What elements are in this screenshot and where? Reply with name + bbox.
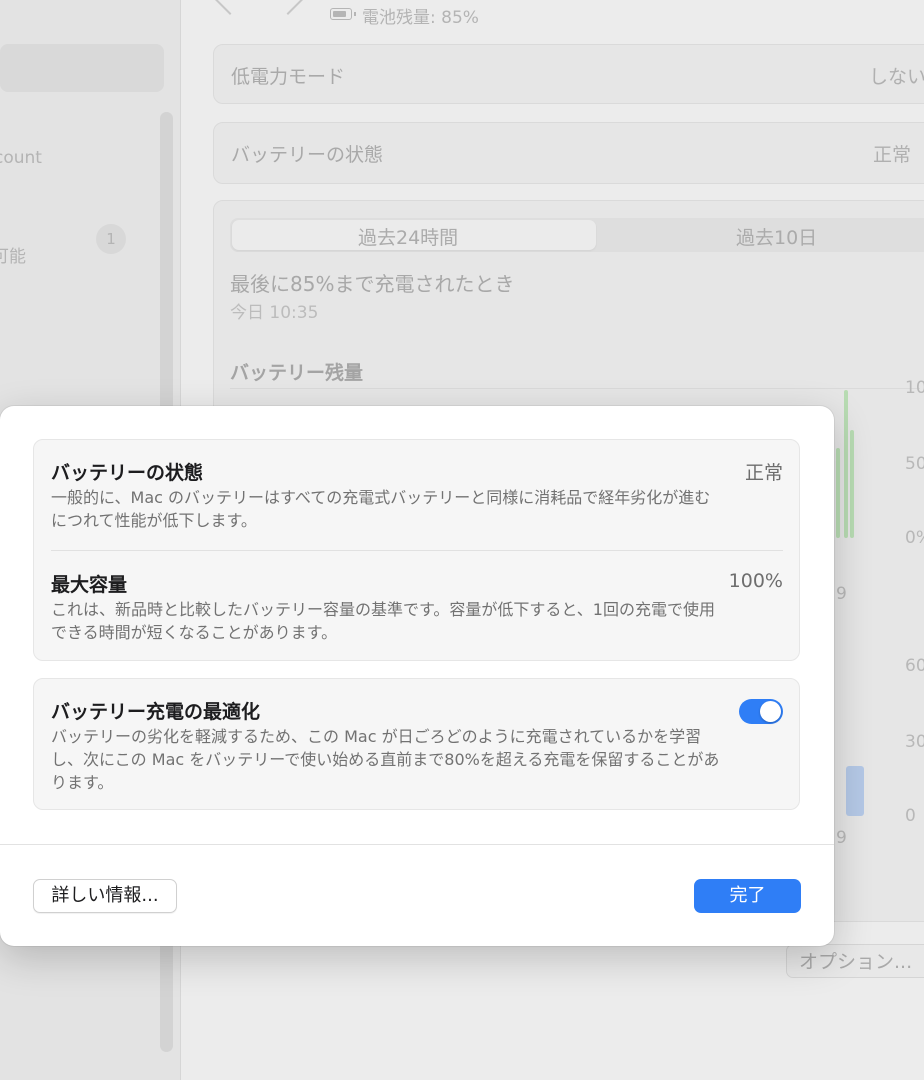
history-segmented-control[interactable]: 過去24時間 過去10日 (230, 218, 924, 252)
sidebar-item-subtitle: 可能 (0, 247, 26, 267)
max-capacity-value: 100% (728, 570, 783, 592)
chart-tick-label: 10 (905, 378, 924, 398)
sidebar-item-account-subtitle: count (0, 148, 42, 168)
battery-health-description: 一般的に、Mac のバッテリーはすべての充電式バッテリーと同様に消耗品で経年劣化… (51, 488, 711, 530)
chart-bar (846, 766, 864, 816)
tab-last-10-days[interactable]: 過去10日 (736, 223, 817, 250)
max-capacity-title: 最大容量 (51, 574, 128, 596)
battery-health-label: バッテリーの状態 (231, 144, 384, 166)
chart-tick-label: 30 (905, 732, 924, 752)
more-info-button[interactable]: 詳しい情報... (33, 879, 177, 913)
battery-health-value: 正常 (873, 144, 912, 166)
optimized-charging-description: バッテリーの劣化を軽減するため、この Mac が日ごろどのように充電されているか… (51, 727, 720, 792)
chart-gridline (230, 388, 920, 389)
battery-health-sheet: バッテリーの状態 正常 一般的に、Mac のバッテリーはすべての充電式バッテリー… (0, 406, 834, 946)
chart-tick-label: 50 (905, 454, 924, 474)
options-button[interactable]: オプション... (786, 944, 924, 978)
battery-health-value: 正常 (744, 462, 783, 484)
battery-level-label: 電池残量: 85% (362, 8, 479, 28)
group-separator (51, 550, 783, 551)
footer-divider (0, 844, 834, 845)
low-power-mode-value[interactable]: しない (869, 62, 924, 89)
chart-tick-label: 9 (836, 584, 847, 604)
chart-tick-label: 0 (905, 806, 916, 826)
screen: count 可能 1 電池残量: 85% 低電力モード しない バッテリーの状態… (0, 0, 924, 1080)
battery-info-group: バッテリーの状態 正常 一般的に、Mac のバッテリーはすべての充電式バッテリー… (33, 439, 800, 661)
battery-health-row[interactable]: バッテリーの状態 正常 (213, 122, 924, 184)
low-power-mode-label: 低電力モード (231, 66, 346, 88)
toggle-knob (760, 701, 781, 722)
chart-bar (836, 448, 840, 538)
sidebar-badge: 1 (96, 224, 126, 254)
chart-tick-label: 0% (905, 528, 924, 548)
sidebar-selected-item[interactable] (0, 44, 164, 92)
tab-last-24-hours[interactable]: 過去24時間 (358, 223, 458, 250)
chart-tick-label: 60 (905, 656, 924, 676)
optimized-charging-toggle[interactable] (739, 699, 783, 724)
chart-tick-label: 9 (836, 828, 847, 848)
chart-title: バッテリー残量 (230, 362, 364, 384)
battery-icon (330, 8, 356, 20)
last-charged-time: 今日 10:35 (230, 303, 319, 323)
max-capacity-description: これは、新品時と比較したバッテリー容量の基準です。容量が低下すると、1回の充電で… (51, 600, 715, 642)
optimized-charging-title: バッテリー充電の最適化 (51, 701, 261, 723)
chart-bar (844, 390, 848, 538)
chart-bar (850, 430, 854, 538)
battery-health-title: バッテリーの状態 (51, 462, 204, 484)
optimized-charging-group: バッテリー充電の最適化 バッテリーの劣化を軽減するため、この Mac が日ごろど… (33, 678, 800, 810)
done-button[interactable]: 完了 (694, 879, 801, 913)
low-power-mode-row[interactable]: 低電力モード しない (213, 44, 924, 104)
last-charged-title: 最後に85%まで充電されたとき (230, 272, 515, 296)
